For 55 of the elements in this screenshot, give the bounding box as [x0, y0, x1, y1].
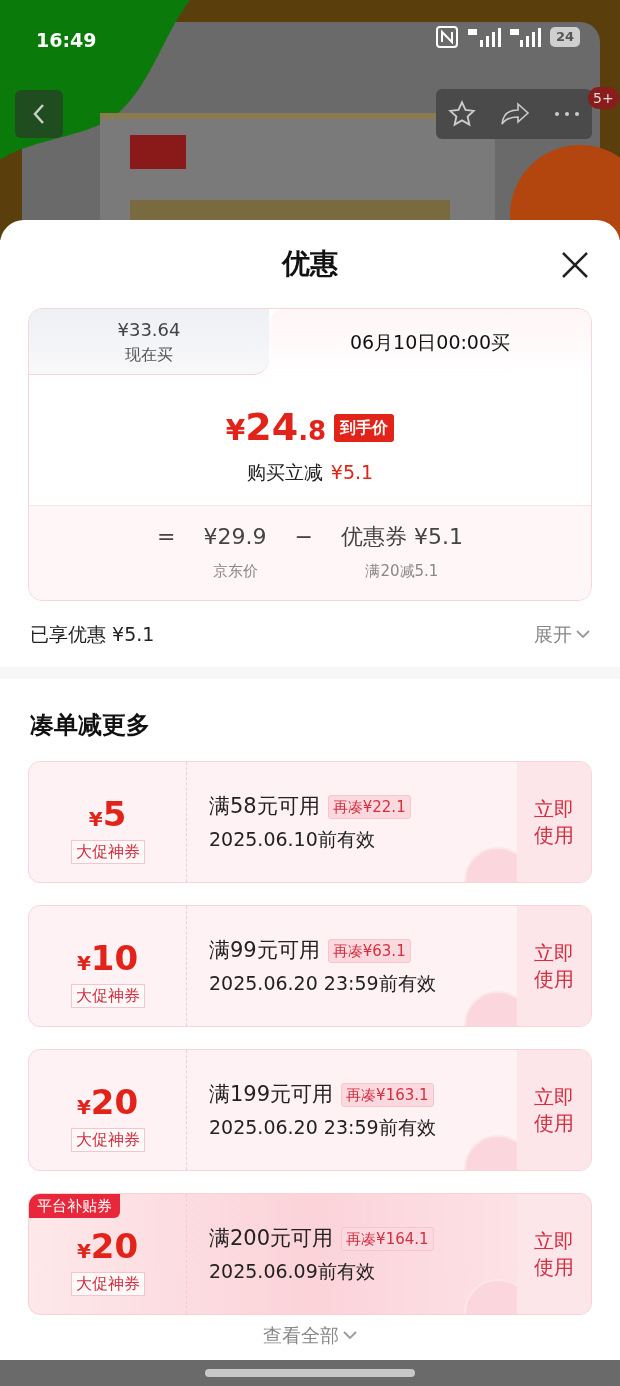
sheet-title: 优惠: [282, 246, 338, 282]
formula-caption: 京东价: [212, 560, 258, 582]
star-icon[interactable]: [448, 100, 476, 128]
coupon-amount: ¥5: [88, 792, 127, 836]
remaining-amount: 再凑¥164.1: [341, 1226, 434, 1251]
coupon-condition: 满99元可用: [209, 937, 320, 964]
final-price-tag: 到手价: [334, 413, 395, 442]
coupon-validity: 2025.06.10前有效: [209, 826, 376, 852]
signal-icon: [465, 26, 502, 48]
remaining-amount: 再凑¥22.1: [327, 794, 411, 819]
discount-summary: 已享优惠 ¥5.1: [30, 621, 155, 647]
formula-value: ¥29.9: [203, 522, 267, 551]
view-all-button[interactable]: 查看全部: [263, 1323, 357, 1347]
coupon-amount: ¥20: [76, 1224, 139, 1268]
remaining-amount: 再凑¥63.1: [327, 938, 411, 963]
signal-icon: [509, 26, 542, 48]
status-time: 16:49: [36, 28, 97, 53]
notification-badge: 5+: [588, 87, 619, 109]
final-price: ¥24.8: [225, 404, 327, 451]
time-tab[interactable]: ¥33.64 现在买: [29, 309, 269, 375]
expand-toggle[interactable]: 展开: [534, 619, 590, 649]
coupon-validity: 2025.06.20 23:59前有效: [209, 1114, 437, 1140]
back-button[interactable]: [15, 90, 63, 138]
coupon-tag: 大促神券: [70, 983, 145, 1008]
nfc-icon: [435, 26, 458, 48]
use-now-button[interactable]: 立即使用: [517, 906, 591, 1026]
share-icon[interactable]: [500, 101, 530, 127]
coupon-tag: 大促神券: [70, 1127, 145, 1152]
use-now-button[interactable]: 立即使用: [517, 1050, 591, 1170]
remaining-amount: 再凑¥163.1: [341, 1082, 434, 1107]
coupon-condition: 满200元可用: [209, 1225, 334, 1252]
section-title: 凑单减更多: [30, 711, 150, 739]
saving-label: 购买立减: [246, 460, 323, 485]
chevron-down-icon: [343, 1330, 357, 1340]
corner-label: 平台补贴券: [29, 1194, 120, 1218]
back-icon: [31, 102, 47, 126]
coupon-condition: 满58元可用: [209, 793, 320, 820]
close-icon: [560, 250, 590, 280]
operator: −: [294, 522, 313, 551]
use-now-button[interactable]: 立即使用: [517, 762, 591, 882]
coupon-validity: 2025.06.20 23:59前有效: [209, 970, 437, 996]
coupon-tag: 大促神券: [70, 839, 145, 864]
saving-amount: ¥5.1: [330, 460, 374, 485]
coupon-amount: ¥20: [76, 1080, 139, 1124]
coupon-tag: 大促神券: [70, 1271, 145, 1296]
use-now-button[interactable]: 立即使用: [517, 1194, 591, 1314]
operator: =: [157, 522, 176, 551]
more-icon[interactable]: [554, 111, 580, 117]
chevron-down-icon: [576, 629, 590, 639]
formula-value: 优惠券 ¥5.1: [340, 522, 463, 551]
coupon-validity: 2025.06.09前有效: [209, 1258, 376, 1284]
coupon-condition: 满199元可用: [209, 1081, 334, 1108]
formula-caption: 满20减5.1: [365, 560, 439, 582]
battery-indicator: 24: [549, 27, 580, 47]
coupon-amount: ¥10: [76, 936, 139, 980]
